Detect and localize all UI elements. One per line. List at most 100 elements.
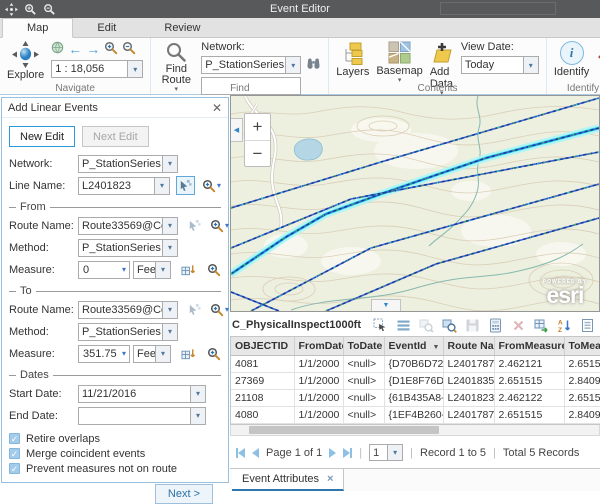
zoom-to-line-button[interactable]: ▾: [202, 179, 221, 193]
measure-table-icon: [181, 347, 196, 361]
switch-table-icon[interactable]: [534, 318, 549, 333]
sort-icon[interactable]: AZ: [557, 318, 572, 333]
layers-button[interactable]: Layers: [336, 41, 369, 78]
column-header[interactable]: ToMeasure: [564, 337, 600, 355]
calculator-icon[interactable]: [488, 318, 503, 333]
line-name-label: Line Name:: [9, 180, 78, 192]
to-method-dropdown[interactable]: P_StationSeries ▾: [78, 323, 178, 341]
column-header[interactable]: FromMeasure: [494, 337, 564, 355]
zoom-to-to-route-button[interactable]: ▾: [210, 303, 229, 317]
view-date-dropdown[interactable]: Today ▾: [461, 56, 539, 74]
from-route-dropdown[interactable]: Route33569@Cent ▾: [78, 217, 178, 235]
layers-icon: [341, 41, 365, 65]
close-icon[interactable]: ×: [327, 473, 333, 485]
add-linear-events-panel: Add Linear Events ✕ New Edit Next Edit N…: [1, 97, 229, 483]
view-date-label: View Date:: [461, 41, 539, 53]
column-header[interactable]: EventId▼: [384, 337, 443, 355]
checkbox[interactable]: ✓: [9, 433, 20, 444]
basemap-button[interactable]: Basemap ▾: [376, 41, 422, 83]
forward-icon[interactable]: →: [86, 43, 100, 55]
network-dropdown[interactable]: P_StationSeries ▾: [78, 155, 178, 173]
next-page-button[interactable]: [329, 448, 336, 458]
from-measure-combo[interactable]: 0 ▾: [78, 261, 130, 279]
to-unit-dropdown[interactable]: Feet ▾: [133, 345, 171, 363]
magnifier-icon: [210, 303, 224, 317]
pan-icon[interactable]: [4, 2, 18, 16]
explore-icon: [12, 41, 39, 68]
scale-dropdown[interactable]: 1 : 18,056 ▾: [51, 60, 143, 78]
table-cell: 2.651515: [564, 389, 600, 406]
explore-button[interactable]: Explore: [7, 41, 44, 81]
tab-event-attributes[interactable]: Event Attributes ×: [232, 469, 344, 492]
select-from-route-button[interactable]: [184, 216, 203, 235]
zoom-in-icon[interactable]: [23, 2, 37, 16]
collapse-table-button[interactable]: ▼: [371, 299, 401, 311]
line-name-dropdown[interactable]: L2401823 ▾: [78, 177, 170, 195]
zoom-out-tool-icon[interactable]: [122, 41, 136, 58]
ribbon-network-dropdown[interactable]: P_StationSeries ▾: [201, 56, 301, 74]
delete-icon[interactable]: [511, 318, 526, 333]
magnifier-icon: [202, 179, 216, 193]
from-method-dropdown[interactable]: P_StationSeries ▾: [78, 239, 178, 257]
from-unit-dropdown[interactable]: Feet ▾: [133, 261, 171, 279]
identify-icon: i: [560, 41, 584, 65]
start-date-dropdown[interactable]: 11/21/2016 ▾: [78, 385, 206, 403]
page-select-dropdown[interactable]: 1 ▾: [369, 444, 403, 461]
next-button[interactable]: Next >: [155, 484, 213, 504]
zoom-to-from-measure-button[interactable]: [207, 263, 221, 277]
table-row[interactable]: 211081/1/2000<null>{61B435A8-32L24018232…: [231, 389, 600, 406]
checkbox[interactable]: ✓: [9, 463, 20, 474]
chevron-down-icon: ▾: [162, 218, 177, 234]
navigate-group-label: Navigate: [0, 83, 150, 94]
table-title: C_PhysicalInspect1000ft: [232, 319, 361, 331]
full-extent-icon[interactable]: [51, 41, 64, 57]
zoom-to-selection-icon[interactable]: [419, 318, 434, 333]
tab-edit[interactable]: Edit: [73, 19, 140, 37]
new-edit-button[interactable]: New Edit: [9, 126, 75, 147]
chevron-down-icon: ▾: [162, 302, 177, 318]
checkbox[interactable]: ✓: [9, 448, 20, 459]
binoculars-icon[interactable]: [306, 57, 321, 73]
zoom-in-tool-icon[interactable]: [104, 41, 118, 58]
table-row[interactable]: 40801/1/2000<null>{1EF4B260-F0L24017872.…: [231, 406, 600, 423]
back-icon[interactable]: ←: [68, 43, 82, 55]
save-icon[interactable]: [465, 318, 480, 333]
column-header[interactable]: ToDate: [343, 337, 384, 355]
collapse-panel-left-button[interactable]: ◀: [231, 118, 243, 142]
end-date-dropdown[interactable]: ▾: [78, 407, 206, 425]
close-icon[interactable]: ✕: [212, 101, 222, 115]
zoom-to-all-icon[interactable]: [442, 318, 457, 333]
column-header[interactable]: FromDate: [294, 337, 343, 355]
scrollbar-thumb[interactable]: [249, 426, 439, 434]
select-line-on-map-button[interactable]: [176, 176, 195, 195]
column-header[interactable]: OBJECTID: [231, 337, 294, 355]
tab-review[interactable]: Review: [140, 19, 224, 37]
ribbon-group-navigate: Explore ← → 1 : 18,056: [0, 38, 150, 94]
map-zoom-in-button[interactable]: +: [245, 114, 270, 140]
identify-route-icon[interactable]: [596, 44, 600, 63]
select-to-route-button[interactable]: [184, 300, 203, 319]
first-page-button[interactable]: [236, 448, 245, 458]
zoom-to-from-route-button[interactable]: ▾: [210, 219, 229, 233]
zoom-out-icon[interactable]: [42, 2, 56, 16]
to-route-dropdown[interactable]: Route33569@Cent ▾: [78, 301, 178, 319]
report-icon[interactable]: [580, 318, 595, 333]
table-row[interactable]: 273691/1/2000<null>{D1E8F76D-FL24018352.…: [231, 372, 600, 389]
column-header[interactable]: Route Name: [443, 337, 494, 355]
pick-from-measure-button[interactable]: [179, 260, 198, 279]
to-measure-combo[interactable]: 351.75 ▾: [78, 345, 130, 363]
pick-to-measure-button[interactable]: [179, 344, 198, 363]
table-cell: 2.462121: [494, 355, 564, 372]
identify-button[interactable]: i Identify: [554, 41, 589, 78]
map-zoom-out-button[interactable]: −: [245, 140, 270, 166]
last-page-button[interactable]: [343, 448, 352, 458]
previous-page-button[interactable]: [252, 448, 259, 458]
select-records-icon[interactable]: [373, 318, 388, 333]
map-view[interactable]: + − ◀ ▼ POWERED BY esri: [230, 95, 600, 312]
dates-legend: Dates: [9, 369, 221, 381]
zoom-to-to-measure-button[interactable]: [207, 347, 221, 361]
table-list-icon[interactable]: [396, 318, 411, 333]
horizontal-scrollbar[interactable]: [230, 425, 600, 436]
table-row[interactable]: 40811/1/2000<null>{D70B6D72-3L24017872.4…: [231, 355, 600, 372]
tab-map[interactable]: Map: [2, 18, 73, 38]
